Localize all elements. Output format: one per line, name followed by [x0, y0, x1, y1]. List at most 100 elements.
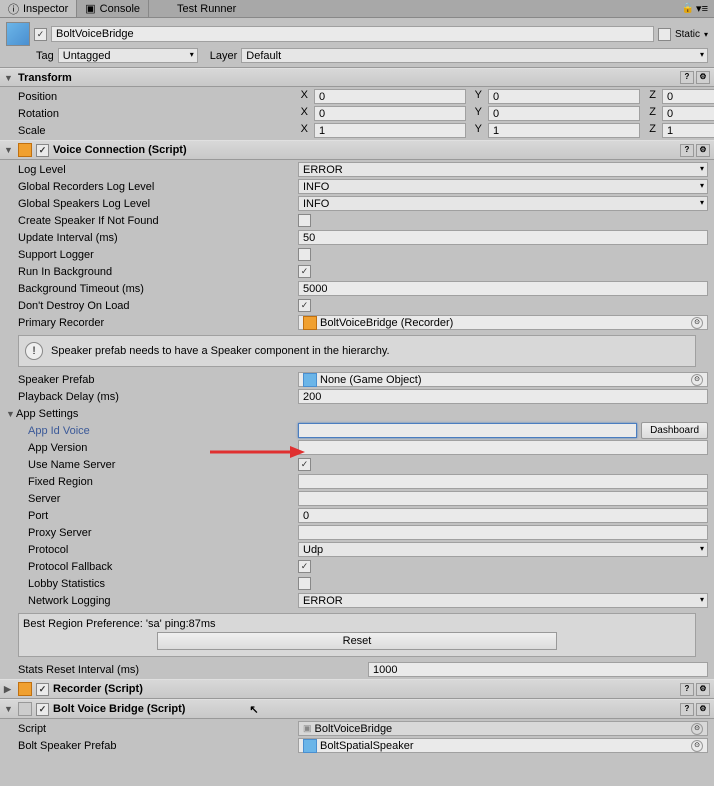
gear-icon[interactable]: ⚙ — [696, 71, 710, 84]
tag-label: Tag — [36, 50, 54, 62]
prefab-icon — [303, 739, 317, 753]
grl-select[interactable]: INFO — [298, 179, 708, 194]
script-icon — [18, 702, 32, 716]
gsl-select[interactable]: INFO — [298, 196, 708, 211]
component-title: Transform — [18, 72, 72, 84]
label: Lobby Statistics — [28, 578, 298, 590]
help-icon[interactable]: ? — [680, 703, 694, 716]
gear-icon[interactable]: ⚙ — [696, 683, 710, 696]
layer-dropdown[interactable]: Default — [241, 48, 708, 63]
support-logger-checkbox[interactable] — [298, 248, 311, 261]
voice-connection-header[interactable]: ▼ ✓ Voice Connection (Script) ?⚙ — [0, 140, 714, 160]
gear-icon[interactable]: ⚙ — [696, 144, 710, 157]
port-field[interactable] — [298, 508, 708, 523]
fixed-region-field[interactable] — [298, 474, 708, 489]
gameobject-icon[interactable] — [6, 22, 30, 46]
server-field[interactable] — [298, 491, 708, 506]
pos-z[interactable] — [662, 89, 714, 104]
app-version-field[interactable] — [298, 440, 708, 455]
label: Proxy Server — [28, 527, 298, 539]
picker-icon[interactable]: ⊙ — [691, 317, 703, 329]
tab-inspector[interactable]: ⓘInspector — [0, 0, 77, 17]
help-icon[interactable]: ? — [680, 683, 694, 696]
lobby-checkbox[interactable] — [298, 577, 311, 590]
label: Network Logging — [28, 595, 298, 607]
speaker-prefab-field[interactable]: BoltSpatialSpeaker⊙ — [298, 738, 708, 753]
active-checkbox[interactable]: ✓ — [34, 28, 47, 41]
bolt-voice-bridge-header[interactable]: ▼ ✓ Bolt Voice Bridge (Script) ↖ ?⚙ — [0, 699, 714, 719]
run-bg-checkbox[interactable]: ✓ — [298, 265, 311, 278]
info-icon: ! — [25, 342, 43, 360]
label: Log Level — [18, 164, 298, 176]
log-level-select[interactable]: ERROR — [298, 162, 708, 177]
label: Update Interval (ms) — [18, 232, 298, 244]
label: Run In Background — [18, 266, 298, 278]
static-checkbox[interactable] — [658, 28, 671, 41]
inspector-icon: ⓘ — [8, 1, 19, 17]
rot-z[interactable] — [662, 106, 714, 121]
tab-console[interactable]: ▣Console — [77, 0, 149, 17]
protocol-select[interactable]: Udp — [298, 542, 708, 557]
label: Speaker Prefab — [18, 374, 298, 386]
help-icon[interactable]: ? — [680, 71, 694, 84]
scale-label: Scale — [18, 125, 298, 137]
label: Protocol Fallback — [28, 561, 298, 573]
dont-destroy-checkbox[interactable]: ✓ — [298, 299, 311, 312]
picker-icon[interactable]: ⊙ — [691, 723, 703, 735]
app-id-field[interactable] — [298, 423, 637, 438]
component-icon — [18, 682, 32, 696]
label: Use Name Server — [28, 459, 298, 471]
recorder-header[interactable]: ▶ ✓ Recorder (Script) ?⚙ — [0, 679, 714, 699]
help-icon[interactable]: ? — [680, 144, 694, 157]
rotation-label: Rotation — [18, 108, 298, 120]
enable-checkbox[interactable]: ✓ — [36, 703, 49, 716]
dashboard-button[interactable]: Dashboard — [641, 422, 708, 439]
speaker-prefab-field[interactable]: None (Game Object)⊙ — [298, 372, 708, 387]
best-region-box: Best Region Preference: 'sa' ping:87ms R… — [18, 613, 696, 657]
scale-z[interactable] — [662, 123, 714, 138]
reset-button[interactable]: Reset — [157, 632, 557, 650]
bg-timeout-field[interactable] — [298, 281, 708, 296]
layer-label: Layer — [210, 50, 238, 62]
component-title: Recorder (Script) — [53, 683, 143, 695]
proxy-field[interactable] — [298, 525, 708, 540]
pos-x[interactable] — [314, 89, 466, 104]
use-name-server-checkbox[interactable]: ✓ — [298, 458, 311, 471]
primary-recorder-field[interactable]: BoltVoiceBridge (Recorder)⊙ — [298, 315, 708, 330]
pos-y[interactable] — [488, 89, 640, 104]
scale-y[interactable] — [488, 123, 640, 138]
info-text: Speaker prefab needs to have a Speaker c… — [51, 345, 390, 357]
create-speaker-checkbox[interactable] — [298, 214, 311, 227]
tag-dropdown[interactable]: Untagged — [58, 48, 198, 63]
gameobject-header: ✓ Static ▾ Tag Untagged Layer Default — [0, 18, 714, 68]
foldout-icon[interactable]: ▼ — [6, 409, 16, 419]
update-interval-field[interactable] — [298, 230, 708, 245]
stats-reset-field[interactable] — [368, 662, 708, 677]
tab-label: Console — [100, 3, 140, 15]
prefab-icon — [303, 373, 317, 387]
component-title: Voice Connection (Script) — [53, 144, 187, 156]
menu-icon[interactable]: ▾≡ — [696, 2, 708, 15]
fallback-checkbox[interactable]: ✓ — [298, 560, 311, 573]
playback-delay-field[interactable] — [298, 389, 708, 404]
lock-icon[interactable]: 🔒 — [682, 3, 694, 14]
enable-checkbox[interactable]: ✓ — [36, 144, 49, 157]
scale-x[interactable] — [314, 123, 466, 138]
foldout-icon: ▼ — [4, 73, 14, 83]
net-log-select[interactable]: ERROR — [298, 593, 708, 608]
picker-icon[interactable]: ⊙ — [691, 740, 703, 752]
component-icon — [18, 143, 32, 157]
script-field: ▣BoltVoiceBridge⊙ — [298, 721, 708, 736]
enable-checkbox[interactable]: ✓ — [36, 683, 49, 696]
gameobject-name-field[interactable] — [51, 26, 654, 42]
transform-header[interactable]: ▼ Transform ?⚙ — [0, 68, 714, 87]
app-settings-label: App Settings — [16, 408, 78, 420]
tab-test-runner[interactable]: Test Runner — [169, 0, 244, 17]
rot-y[interactable] — [488, 106, 640, 121]
rot-x[interactable] — [314, 106, 466, 121]
gear-icon[interactable]: ⚙ — [696, 703, 710, 716]
label: Primary Recorder — [18, 317, 298, 329]
static-dropdown-icon[interactable]: ▾ — [704, 30, 708, 39]
picker-icon[interactable]: ⊙ — [691, 374, 703, 386]
label: Don't Destroy On Load — [18, 300, 298, 312]
